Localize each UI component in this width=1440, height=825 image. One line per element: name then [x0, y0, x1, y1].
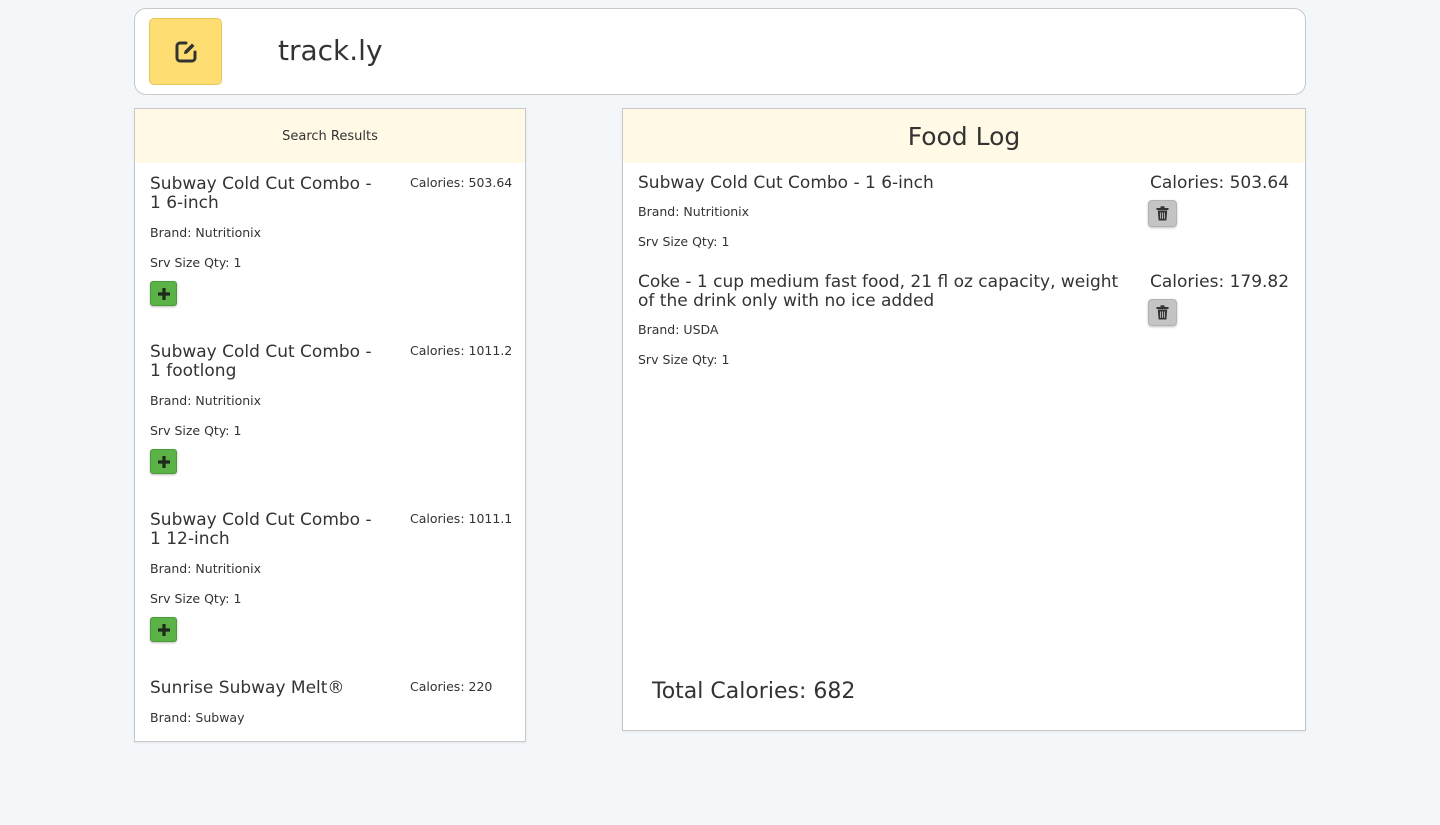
result-serving-qty: Srv Size Qty: 1	[150, 255, 242, 270]
food-log-title: Food Log	[907, 121, 1021, 151]
log-item-serving-qty: Srv Size Qty: 1	[638, 352, 730, 367]
plus-icon	[157, 623, 170, 636]
delete-food-button[interactable]	[1148, 200, 1177, 227]
search-results-panel: Search Results Subway Cold Cut Combo - 1…	[134, 108, 526, 742]
result-brand: Brand: Nutritionix	[150, 561, 262, 576]
result-name: Subway Cold Cut Combo - 1 footlong	[150, 342, 372, 381]
add-food-button[interactable]	[150, 281, 177, 306]
result-name: Subway Cold Cut Combo - 1 12-inch	[150, 510, 372, 549]
result-brand: Brand: Subway	[150, 710, 245, 725]
food-log-header: Food Log	[623, 109, 1305, 163]
result-brand: Brand: Nutritionix	[150, 225, 262, 240]
food-log-panel: Food Log Subway Cold Cut Combo - 1 6-inc…	[622, 108, 1306, 731]
delete-food-button[interactable]	[1148, 299, 1177, 326]
trash-icon	[1156, 305, 1169, 320]
plus-icon	[157, 455, 170, 468]
log-item-name: Coke - 1 cup medium fast food, 21 fl oz …	[638, 272, 1119, 311]
app-title: track.ly	[278, 34, 383, 67]
trash-icon	[1156, 206, 1169, 221]
search-results-header: Search Results	[135, 109, 525, 163]
result-calories: Calories: 1011.2	[410, 343, 513, 358]
result-serving-qty: Srv Size Qty: 1	[150, 423, 242, 438]
logo-button[interactable]	[149, 18, 222, 85]
search-results-title: Search Results	[282, 128, 378, 144]
result-serving-qty: Srv Size Qty: 1	[150, 591, 242, 606]
log-item-brand: Brand: USDA	[638, 322, 719, 337]
edit-square-icon	[175, 41, 196, 62]
log-item-calories: Calories: 503.64	[1150, 173, 1290, 193]
total-calories: Total Calories: 682	[652, 679, 856, 704]
add-food-button[interactable]	[150, 617, 177, 642]
log-item-brand: Brand: Nutritionix	[638, 204, 750, 219]
add-food-button[interactable]	[150, 449, 177, 474]
log-item-calories: Calories: 179.82	[1150, 272, 1290, 292]
log-item-name: Subway Cold Cut Combo - 1 6-inch	[638, 173, 934, 193]
result-calories: Calories: 1011.1	[410, 511, 513, 526]
plus-icon	[157, 287, 170, 300]
result-calories: Calories: 220	[410, 679, 493, 694]
result-name: Subway Cold Cut Combo - 1 6-inch	[150, 174, 372, 213]
result-calories: Calories: 503.64	[410, 175, 513, 190]
result-brand: Brand: Nutritionix	[150, 393, 262, 408]
log-item-serving-qty: Srv Size Qty: 1	[638, 234, 730, 249]
result-name: Sunrise Subway Melt®	[150, 678, 345, 698]
app-header: track.ly	[134, 8, 1306, 95]
